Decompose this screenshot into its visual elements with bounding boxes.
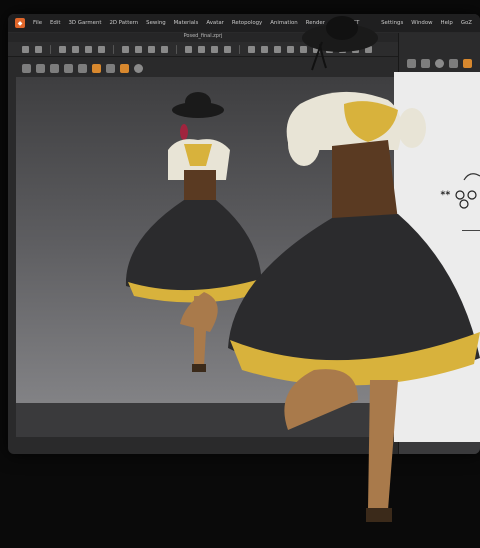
shirt-display-icon[interactable] [64,63,73,73]
menu-help[interactable]: Help [441,20,453,26]
lighting-icon[interactable] [50,63,59,73]
move-icon[interactable] [35,45,42,53]
measure-avatar-icon[interactable] [261,45,268,53]
camera-icon[interactable] [36,63,45,73]
menu-bar: ◆ File Edit 3D Garment 2D Pattern Sewing… [8,14,480,32]
boot-heel [366,508,392,522]
select-icon[interactable] [22,45,29,53]
hat-crown [185,92,211,112]
topstitch-icon[interactable] [211,45,218,53]
avatar-display-icon[interactable] [78,63,87,73]
simulate-icon[interactable] [122,45,129,53]
toolbar-divider [50,44,51,54]
fitting-icon[interactable] [287,45,294,53]
menu-settings[interactable]: Settings [381,20,403,26]
button-tool-icon[interactable] [161,45,168,53]
texture-icon[interactable] [185,45,192,53]
pin-icon[interactable] [72,45,79,53]
tack-icon[interactable] [135,45,142,53]
menu-animation[interactable]: Animation [270,20,297,26]
menu-materials[interactable]: Materials [174,20,199,26]
view-mode-icon[interactable] [22,63,31,73]
avatar-icon[interactable] [248,45,255,53]
menu-file[interactable]: File [33,20,42,26]
fold-icon[interactable] [85,45,92,53]
wand-icon[interactable] [407,59,416,68]
corset [184,170,216,204]
toolbar-divider [113,44,114,54]
folder-icon[interactable] [463,59,472,68]
texture-display-icon[interactable] [92,63,101,73]
pattern-icon[interactable] [435,59,444,68]
app-logo-icon[interactable]: ◆ [15,18,25,28]
menu-goz[interactable]: GoZ [461,20,472,26]
2d-toolbar [399,33,480,73]
arrangement-icon[interactable] [274,45,281,53]
boot-heel [192,364,206,372]
avatar-main [228,91,480,522]
toolbar-divider [239,44,240,54]
mesh-display-icon[interactable] [106,63,115,73]
menu-edit[interactable]: Edit [50,20,60,26]
menu-window[interactable]: Window [411,20,432,26]
menu-3d-garment[interactable]: 3D Garment [68,20,101,26]
measure-icon[interactable] [98,45,105,53]
corset [332,140,398,224]
zipper-icon[interactable] [148,45,155,53]
hat-crown [326,16,358,40]
sleeve-right [398,108,426,148]
sphere-icon[interactable] [134,63,143,73]
cube-icon[interactable] [421,59,430,68]
toolbar-divider [176,44,177,54]
sewing-icon[interactable] [449,59,458,68]
menu-retopology[interactable]: Retopology [232,20,262,26]
menu-sewing[interactable]: Sewing [146,20,165,26]
brush-icon[interactable] [59,45,66,53]
sleeve-left [288,122,320,166]
hair [180,124,188,140]
menu-avatar[interactable]: Avatar [206,20,224,26]
hat-floating [302,16,378,71]
boot-left [368,380,398,510]
2d-toolbar-icons [407,59,472,68]
puckering-icon[interactable] [224,45,231,53]
menu-2d-pattern[interactable]: 2D Pattern [109,20,138,26]
render-preview-icon[interactable] [120,63,129,73]
graphic-icon[interactable] [198,45,205,53]
